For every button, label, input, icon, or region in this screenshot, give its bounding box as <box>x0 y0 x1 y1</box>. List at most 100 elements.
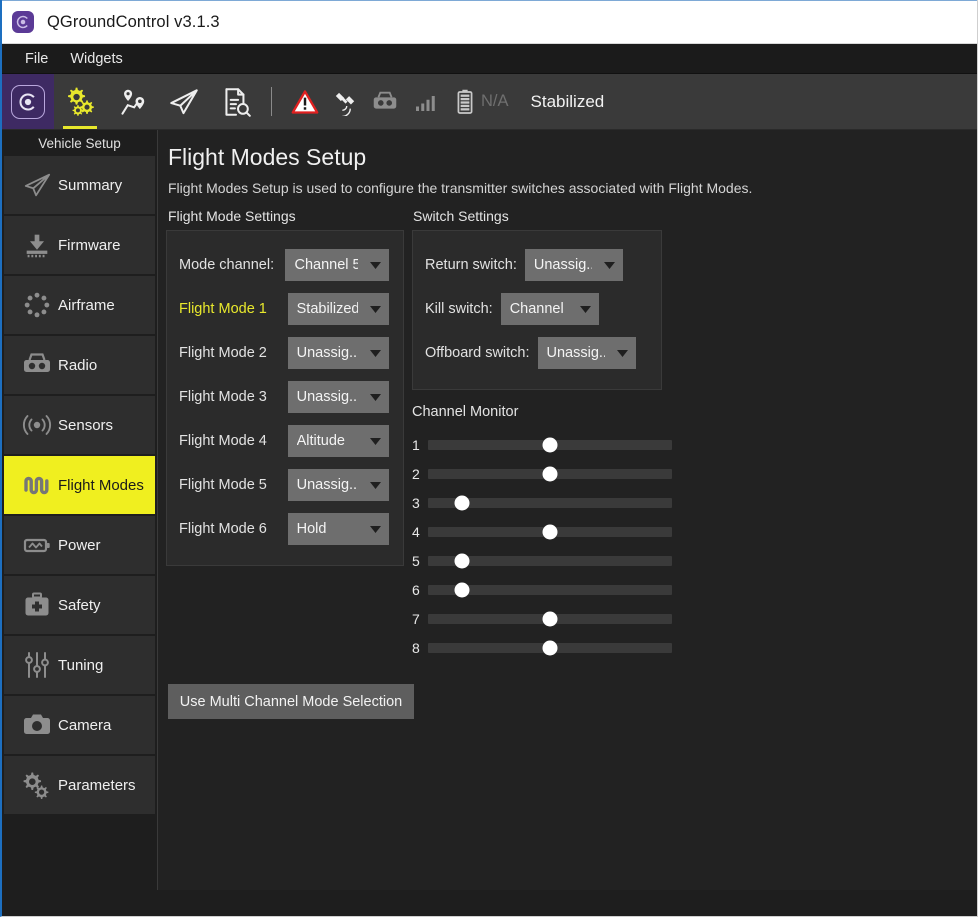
channel-number: 7 <box>412 610 420 627</box>
chevron-down-icon <box>358 481 381 489</box>
main-content: Flight Modes Setup Flight Modes Setup is… <box>158 130 977 890</box>
sidebar-item-summary[interactable]: Summary <box>4 156 155 214</box>
sidebar-item-firmware[interactable]: Firmware <box>4 216 155 274</box>
flight-mode-3-combobox[interactable]: Unassig... <box>287 381 389 413</box>
analyze-view-button[interactable] <box>210 74 262 129</box>
warning-triangle-icon[interactable] <box>285 88 325 116</box>
waypoints-icon <box>121 89 145 115</box>
paper-plane-icon <box>16 170 58 200</box>
channel-slider-track[interactable] <box>428 524 672 539</box>
channel-slider-thumb[interactable] <box>542 524 558 539</box>
flight-mode-settings-heading: Flight Mode Settings <box>168 208 296 224</box>
sidebar-item-label: Radio <box>58 356 98 374</box>
channel-number: 4 <box>412 523 420 540</box>
channel-slider-thumb[interactable] <box>542 640 558 655</box>
paper-plane-icon <box>170 88 198 114</box>
flight-mode-4-combobox[interactable]: Altitude <box>287 425 389 457</box>
channel-number: 8 <box>412 639 420 656</box>
menu-widgets[interactable]: Widgets <box>59 48 133 70</box>
airframe-dots-icon <box>16 290 58 320</box>
signal-bars-icon[interactable] <box>405 90 445 114</box>
column-headings: Flight Mode Settings Switch Settings <box>168 208 977 224</box>
channel-slider-track[interactable] <box>428 582 672 597</box>
channel-slider-track[interactable] <box>428 553 672 568</box>
sliders-icon <box>16 649 58 681</box>
flight-mode-6-combobox[interactable]: Hold <box>287 513 389 545</box>
flight-mode-5-combobox[interactable]: Unassig... <box>287 469 389 501</box>
channel-row: 3 <box>412 488 672 517</box>
channel-slider-track[interactable] <box>428 495 672 510</box>
kill-switch-value: Channel 6 <box>509 301 568 317</box>
return-switch-combobox[interactable]: Unassig... <box>524 249 623 281</box>
sidebar-item-safety[interactable]: Safety <box>4 576 155 634</box>
channel-number: 1 <box>412 436 420 453</box>
app-menu-button[interactable] <box>2 74 54 129</box>
setup-view-button[interactable] <box>54 74 106 129</box>
channel-row: 8 <box>412 633 672 662</box>
sidebar-item-power[interactable]: Power <box>4 516 155 574</box>
battery-icon[interactable] <box>445 88 485 116</box>
use-multi-channel-mode-selection-button[interactable]: Use Multi Channel Mode Selection <box>168 684 414 719</box>
flight-mode-5-row: Flight Mode 5 Unassig... <box>179 463 389 507</box>
menu-file[interactable]: File <box>14 48 59 70</box>
flight-mode-6-value: Hold <box>296 521 327 537</box>
chevron-down-icon <box>568 305 591 313</box>
gears-icon <box>16 769 58 801</box>
sidebar-item-flight-modes[interactable]: Flight Modes <box>4 456 155 514</box>
page-title: Flight Modes Setup <box>168 144 367 170</box>
channel-slider-thumb[interactable] <box>542 437 558 452</box>
offboard-switch-label: Offboard switch: <box>425 345 530 361</box>
offboard-switch-row: Offboard switch: Unassig... <box>425 331 647 375</box>
sidebar-item-label: Firmware <box>58 236 121 254</box>
mode-channel-combobox[interactable]: Channel 5 <box>285 249 389 281</box>
qgroundcontrol-logo-icon <box>12 11 34 33</box>
return-switch-row: Return switch: Unassig... <box>425 243 647 287</box>
channel-slider-thumb[interactable] <box>454 495 470 510</box>
sidebar-item-camera[interactable]: Camera <box>4 696 155 754</box>
flight-mode-status[interactable]: Stabilized <box>531 92 605 112</box>
channel-slider-track[interactable] <box>428 466 672 481</box>
sensors-waves-icon <box>16 409 58 441</box>
flight-mode-6-label: Flight Mode 6 <box>179 521 267 537</box>
channel-slider-thumb[interactable] <box>542 466 558 481</box>
channel-slider-track[interactable] <box>428 437 672 452</box>
sidebar-item-label: Sensors <box>58 416 114 434</box>
status-cluster: N/A Stabilized <box>281 74 604 129</box>
channel-slider-thumb[interactable] <box>454 582 470 597</box>
sidebar-item-radio[interactable]: Radio <box>4 336 155 394</box>
channel-row: 4 <box>412 517 672 546</box>
offboard-switch-combobox[interactable]: Unassig... <box>537 337 636 369</box>
sidebar-item-airframe[interactable]: Airframe <box>4 276 155 334</box>
chevron-down-icon <box>605 349 628 357</box>
rc-transmitter-icon[interactable] <box>365 87 405 117</box>
flight-mode-1-row: Flight Mode 1 Stabilized <box>179 287 389 331</box>
first-aid-kit-icon <box>16 589 58 621</box>
channel-number: 6 <box>412 581 420 598</box>
return-switch-label: Return switch: <box>425 257 517 273</box>
plan-view-button[interactable] <box>106 74 158 129</box>
flight-mode-2-row: Flight Mode 2 Unassig... <box>179 331 389 375</box>
chevron-down-icon <box>358 437 381 445</box>
flight-mode-4-row: Flight Mode 4 Altitude <box>179 419 389 463</box>
fly-view-button[interactable] <box>158 74 210 129</box>
channel-slider-track[interactable] <box>428 640 672 655</box>
mode-channel-value: Channel 5 <box>294 257 358 273</box>
sidebar-item-parameters[interactable]: Parameters <box>4 756 155 814</box>
rc-transmitter-icon <box>16 349 58 381</box>
channel-slider-track[interactable] <box>428 611 672 626</box>
channel-row: 7 <box>412 604 672 633</box>
flight-mode-2-combobox[interactable]: Unassig... <box>287 337 389 369</box>
sidebar-item-tuning[interactable]: Tuning <box>4 636 155 694</box>
right-column: Return switch: Unassig... Kill switch: <box>404 230 672 662</box>
flight-mode-3-row: Flight Mode 3 Unassig... <box>179 375 389 419</box>
sidebar-item-sensors[interactable]: Sensors <box>4 396 155 454</box>
satellite-icon[interactable] <box>325 88 365 116</box>
sidebar-item-label: Camera <box>58 716 112 734</box>
channel-monitor: Channel Monitor 1 2 3 4 5 6 7 8 <box>412 404 672 662</box>
channel-slider-thumb[interactable] <box>454 553 470 568</box>
kill-switch-combobox[interactable]: Channel 6 <box>500 293 599 325</box>
channel-row: 6 <box>412 575 672 604</box>
channel-slider-thumb[interactable] <box>542 611 558 626</box>
channel-row: 1 <box>412 430 672 459</box>
flight-mode-1-combobox[interactable]: Stabilized <box>287 293 389 325</box>
